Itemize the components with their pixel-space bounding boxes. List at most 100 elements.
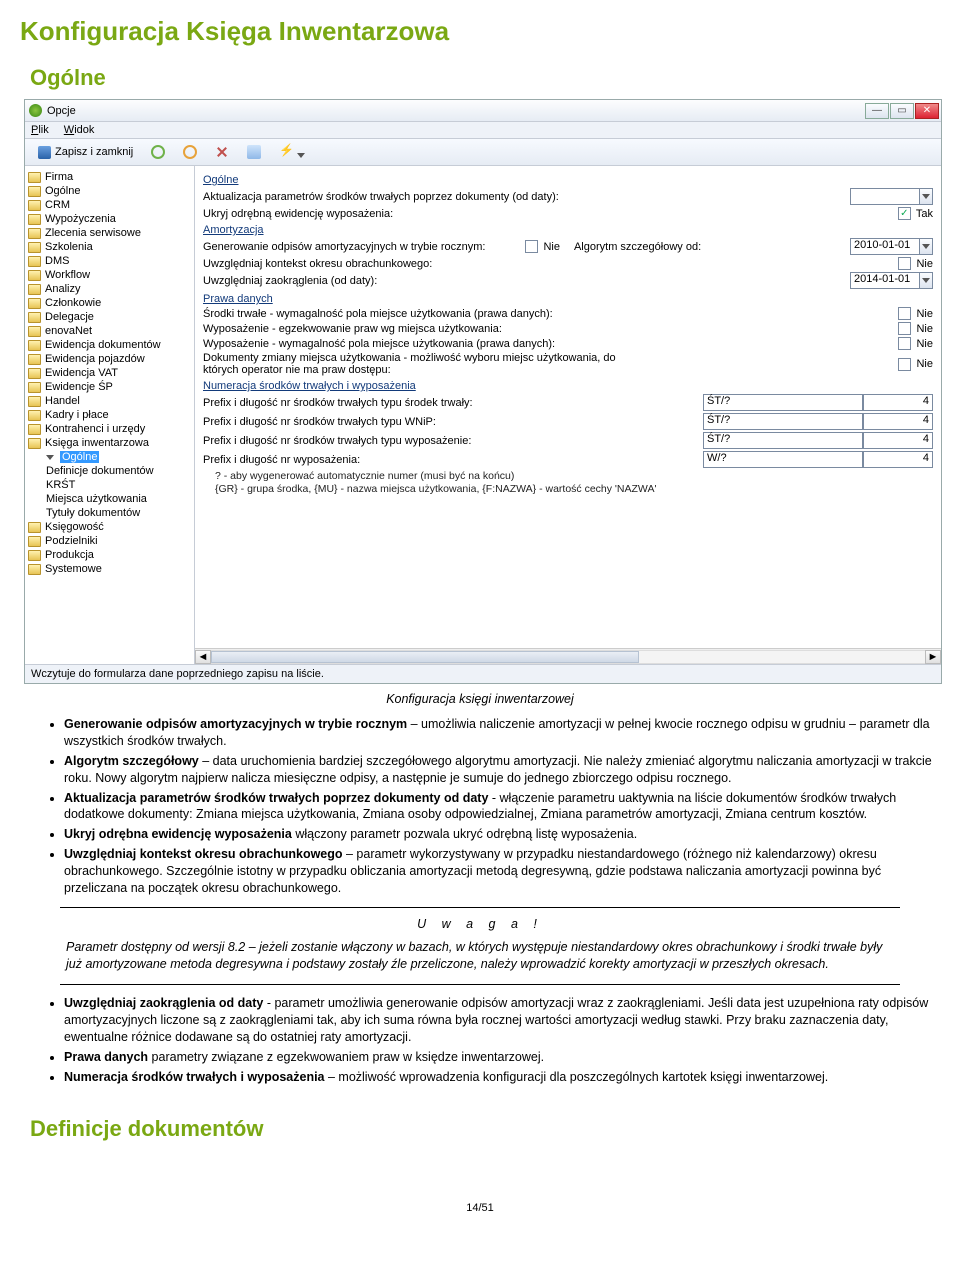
menubar: Plik Widok: [25, 122, 941, 139]
bullet-term: Generowanie odpisów amortyzacyjnych w tr…: [64, 717, 407, 731]
scroll-thumb[interactable]: [211, 651, 639, 663]
prefix-n1-input[interactable]: ŚT/?: [703, 394, 863, 411]
date-round-input[interactable]: 2014-01-01: [850, 272, 920, 289]
tree-item-miejsca[interactable]: Miejsca użytkowania: [28, 492, 192, 506]
tree-item: Delegacje: [28, 310, 192, 324]
toolbar-delete-button[interactable]: [208, 142, 236, 162]
len-n1-input[interactable]: 4: [863, 394, 933, 411]
checkbox-context-label: Nie: [916, 258, 933, 270]
checkbox-hide-equip-label: Tak: [916, 208, 933, 220]
statusbar: Wczytuje do formularza dane poprzedniego…: [25, 664, 941, 683]
label-p2: Wyposażenie - egzekwowanie praw wg miejs…: [203, 323, 502, 335]
expand-icon: [46, 455, 54, 460]
toolbar-warn-button[interactable]: [176, 142, 204, 162]
tree-item: Podzielniki: [28, 534, 192, 548]
checkbox-hide-equip[interactable]: ✓: [898, 207, 911, 220]
folder-icon: [28, 172, 41, 183]
tree-item: Ewidencja VAT: [28, 366, 192, 380]
tree-item-tytuly[interactable]: Tytuły dokumentów: [28, 506, 192, 520]
tree-item-def-dok[interactable]: Definicje dokumentów: [28, 464, 192, 478]
prefix-n4-input[interactable]: W/?: [703, 451, 863, 468]
label-p4: Dokumenty zmiany miejsca użytkowania - m…: [203, 352, 623, 376]
label-p1: Środki trwałe - wymagalność pola miejsce…: [203, 308, 553, 320]
hint-2: {GR} - grupa środka, {MU} - nazwa miejsc…: [203, 483, 933, 496]
tree-item: Kontrahenci i urzędy: [28, 422, 192, 436]
tree-item: CRM: [28, 198, 192, 212]
tree-item: Workflow: [28, 268, 192, 282]
minimize-button[interactable]: —: [865, 103, 889, 119]
toolbar-accept-button[interactable]: [144, 142, 172, 162]
checkbox-p1[interactable]: [898, 307, 911, 320]
titlebar: Opcje — ▭ ✕: [25, 100, 941, 122]
bullet-term: Aktualizacja parametrów środków trwałych…: [64, 791, 488, 805]
label-p3: Wyposażenie - wymagalność pola miejsce u…: [203, 338, 555, 350]
label-gen-yearly: Generowanie odpisów amortyzacyjnych w tr…: [203, 241, 485, 253]
hint-1: ? - aby wygenerować automatycznie numer …: [203, 470, 933, 483]
app-icon: [29, 104, 42, 117]
dropdown-icon[interactable]: [919, 188, 933, 205]
toolbar-action-button[interactable]: [272, 142, 311, 162]
checkbox-p4[interactable]: [898, 358, 911, 371]
lightning-icon: [279, 145, 293, 159]
folder-icon: [28, 550, 41, 561]
checkbox-context[interactable]: [898, 257, 911, 270]
close-button[interactable]: ✕: [915, 103, 939, 119]
section-ogolne-heading: Ogólne: [30, 65, 940, 91]
folder-icon: [28, 354, 41, 365]
checkbox-p3[interactable]: [898, 337, 911, 350]
dropdown-icon[interactable]: [919, 238, 933, 255]
nav-tree[interactable]: Firma Ogólne CRM Wypożyczenia Zlecenia s…: [25, 166, 195, 664]
folder-icon: [28, 522, 41, 533]
scroll-right-button[interactable]: ►: [925, 650, 941, 664]
horizontal-scrollbar[interactable]: ◄ ►: [195, 648, 941, 664]
prefix-n2-input[interactable]: ŚT/?: [703, 413, 863, 430]
page-number: 14/51: [20, 1202, 940, 1214]
folder-icon: [28, 200, 41, 211]
folder-icon: [28, 410, 41, 421]
folder-icon: [28, 284, 41, 295]
bullet-term: Prawa danych: [64, 1050, 148, 1064]
tree-item: Systemowe: [28, 562, 192, 576]
folder-icon: [28, 396, 41, 407]
chevron-down-icon: [297, 149, 304, 156]
folder-icon: [28, 270, 41, 281]
menu-widok[interactable]: Widok: [64, 124, 95, 136]
label-round: Uwzględniaj zaokrąglenia (od daty):: [203, 275, 377, 287]
tree-item-krst[interactable]: KRŚT: [28, 478, 192, 492]
section-amort: Amortyzacja: [203, 224, 933, 236]
tree-item: Członkowie: [28, 296, 192, 310]
checkbox-p2[interactable]: [898, 322, 911, 335]
maximize-button[interactable]: ▭: [890, 103, 914, 119]
x-icon: [215, 145, 229, 159]
tree-item-ksiega[interactable]: Księga inwentarzowa: [28, 436, 192, 450]
screenshot-caption: Konfiguracja księgi inwentarzowej: [20, 692, 940, 706]
scroll-left-button[interactable]: ◄: [195, 650, 211, 664]
date-alg-input[interactable]: 2010-01-01: [850, 238, 920, 255]
tree-item-ogolne[interactable]: Ogólne: [28, 450, 192, 464]
label-alg-from: Algorytm szczegółowy od:: [574, 241, 701, 253]
toolbar-wizard-button[interactable]: [240, 142, 268, 162]
page-title: Konfiguracja Księga Inwentarzowa: [20, 16, 940, 47]
folder-icon: [28, 326, 41, 337]
date-update-input[interactable]: [850, 188, 920, 205]
scroll-track[interactable]: [211, 650, 925, 664]
menu-plik[interactable]: Plik: [31, 124, 49, 136]
save-and-close-button[interactable]: Zapisz i zamknij: [31, 143, 140, 162]
len-n3-input[interactable]: 4: [863, 432, 933, 449]
tree-item: DMS: [28, 254, 192, 268]
bullet-term: Numeracja środków trwałych i wyposażenia: [64, 1070, 325, 1084]
folder-icon: [28, 312, 41, 323]
checkbox-gen-yearly[interactable]: [525, 240, 538, 253]
prefix-n3-input[interactable]: ŚT/?: [703, 432, 863, 449]
folder-icon: [28, 368, 41, 379]
len-n2-input[interactable]: 4: [863, 413, 933, 430]
bullet-list-1: Generowanie odpisów amortyzacyjnych w tr…: [64, 716, 940, 897]
folder-icon: [28, 438, 41, 449]
len-n4-input[interactable]: 4: [863, 451, 933, 468]
checkbox-gen-yearly-label: Nie: [543, 241, 560, 253]
tree-item: Ogólne: [28, 184, 192, 198]
folder-icon: [28, 242, 41, 253]
dropdown-icon[interactable]: [919, 272, 933, 289]
folder-icon: [28, 564, 41, 575]
label-update-params: Aktualizacja parametrów środków trwałych…: [203, 191, 559, 203]
